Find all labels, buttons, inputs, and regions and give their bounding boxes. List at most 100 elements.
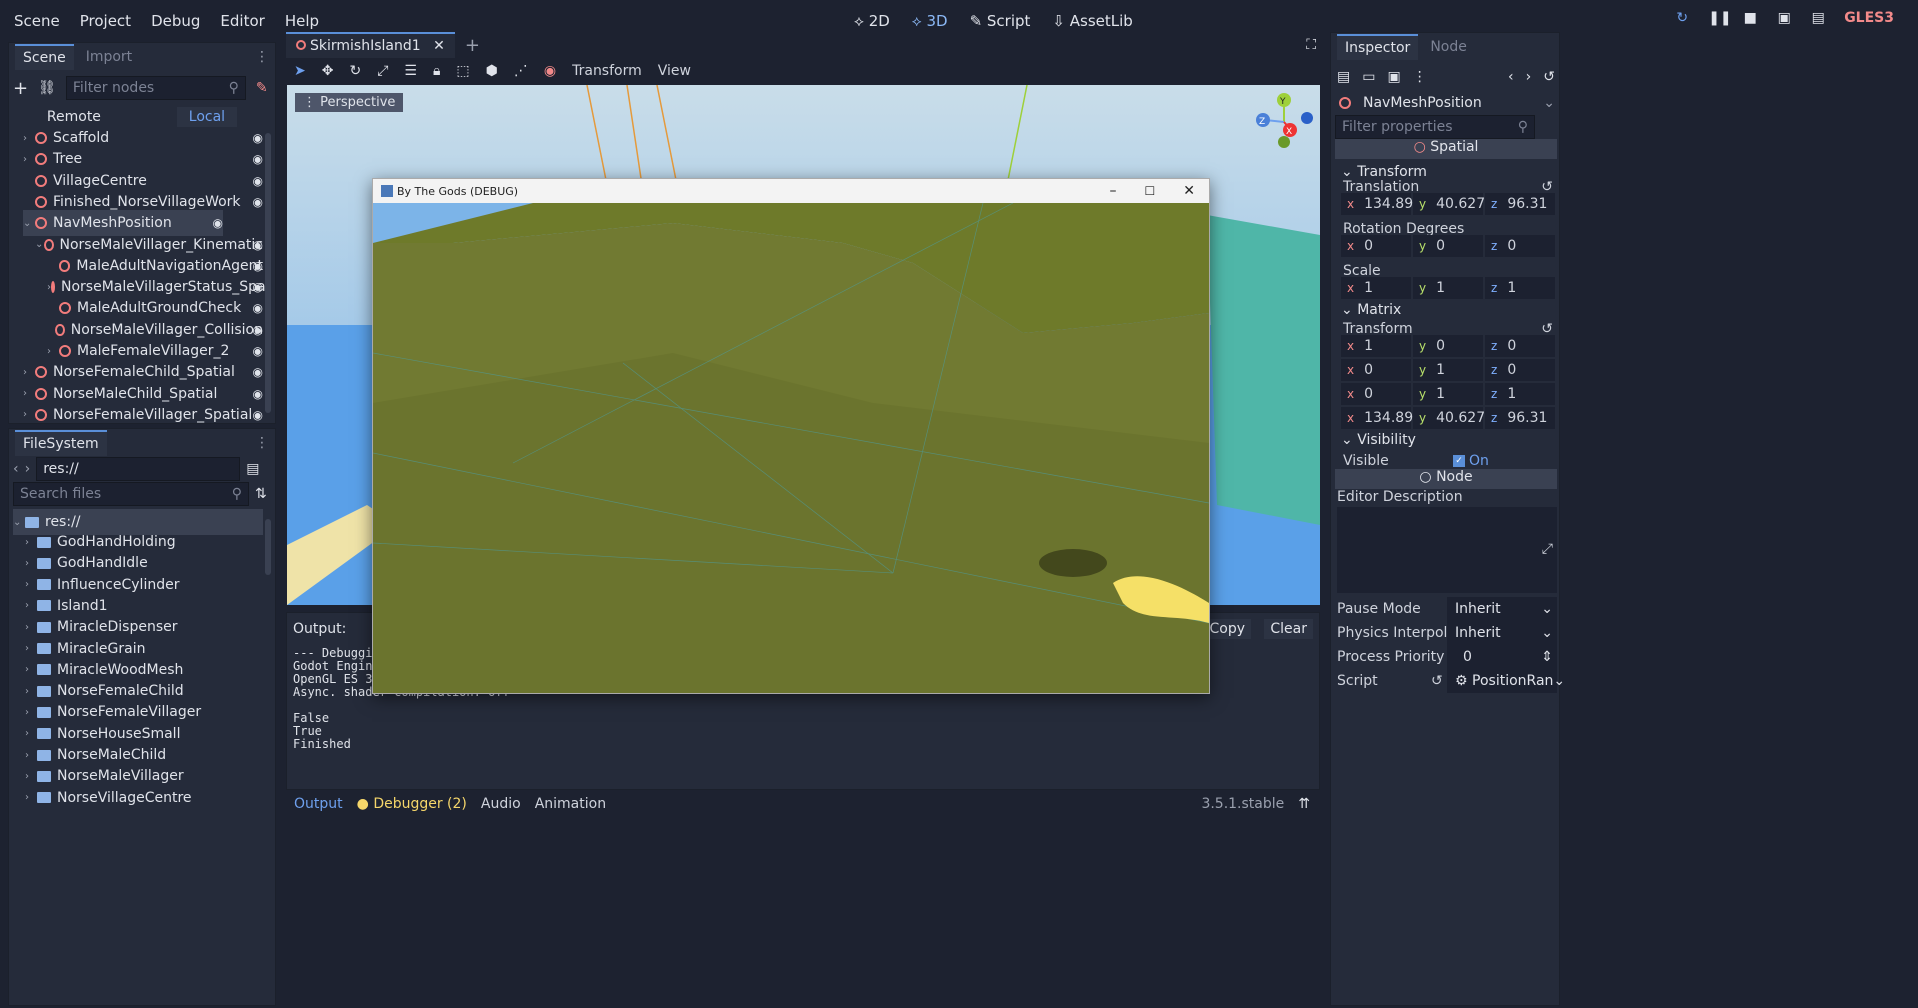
- expand-arrow-icon[interactable]: ⌄: [23, 218, 35, 229]
- group-icon[interactable]: ⬚: [456, 63, 469, 79]
- tab-output[interactable]: Output: [294, 796, 343, 812]
- menu-scene[interactable]: Scene: [4, 8, 70, 34]
- expand-panel-icon[interactable]: ⇈: [1298, 796, 1310, 812]
- mode-assetlib-button[interactable]: ⇩ AssetLib: [1048, 8, 1136, 34]
- filter-nodes-input[interactable]: Filter nodes ⚲: [65, 76, 246, 100]
- scene-scrollbar[interactable]: [265, 133, 271, 413]
- vector-y-field[interactable]: y 40.627: [1413, 193, 1485, 215]
- scale-tool-icon[interactable]: ⤢: [377, 63, 388, 79]
- class-node-header[interactable]: ○ Node: [1335, 469, 1557, 489]
- mode-3d-button[interactable]: ⟡ 3D: [908, 8, 952, 34]
- visibility-eye-icon[interactable]: ◉: [253, 408, 263, 422]
- play-custom-icon[interactable]: ▤: [1810, 10, 1826, 26]
- mode-script-button[interactable]: ✎ Script: [966, 8, 1035, 34]
- stop-icon[interactable]: ■: [1742, 10, 1758, 26]
- visibility-eye-icon[interactable]: ◉: [253, 365, 263, 379]
- vector-z-field[interactable]: z 96.31: [1485, 193, 1555, 215]
- back-icon[interactable]: ‹: [13, 461, 19, 477]
- link-icon[interactable]: ⛓: [38, 80, 56, 96]
- visibility-eye-icon[interactable]: ◉: [253, 323, 263, 337]
- tab-debugger[interactable]: ● Debugger (2): [357, 796, 467, 812]
- vector-y-field[interactable]: y1: [1413, 277, 1483, 299]
- vector-y-field[interactable]: y 40.627: [1413, 407, 1485, 429]
- expand-arrow-icon[interactable]: ›: [25, 664, 37, 675]
- expand-arrow-icon[interactable]: ›: [25, 558, 37, 569]
- vector-x-field[interactable]: x1: [1341, 335, 1411, 357]
- menu-editor[interactable]: Editor: [210, 8, 274, 34]
- matrix-section[interactable]: ⌄ Matrix: [1331, 299, 1553, 321]
- expand-arrow-icon[interactable]: ›: [23, 367, 35, 378]
- close-icon[interactable]: ✕: [433, 38, 445, 54]
- process-priority-spinbox[interactable]: 0 ⇕: [1447, 645, 1557, 669]
- transform-menu[interactable]: Transform: [572, 63, 642, 79]
- expand-icon[interactable]: ⤢: [1542, 541, 1553, 557]
- history-forward-icon[interactable]: ›: [1526, 69, 1532, 85]
- visibility-eye-icon[interactable]: ◉: [253, 195, 263, 209]
- view-menu[interactable]: View: [658, 63, 691, 79]
- more-icon[interactable]: ⋮: [1413, 69, 1427, 85]
- expand-arrow-icon[interactable]: ›: [25, 728, 37, 739]
- add-tab-icon[interactable]: +: [465, 35, 480, 56]
- select-tool-icon[interactable]: ➤: [294, 63, 306, 79]
- visibility-eye-icon[interactable]: ◉: [253, 152, 263, 166]
- vector-z-field[interactable]: z1: [1485, 383, 1555, 405]
- game-window[interactable]: By The Gods (DEBUG) – ☐ ✕: [372, 178, 1210, 694]
- pause-mode-select[interactable]: Inherit ⌄: [1447, 597, 1557, 621]
- close-icon[interactable]: ✕: [1169, 183, 1209, 199]
- dock-menu-icon[interactable]: ⋮: [255, 49, 269, 65]
- scene-tab[interactable]: SkirmishIsland1 ✕: [286, 32, 455, 58]
- visibility-eye-icon[interactable]: ◉: [253, 301, 263, 315]
- physics-interpolation-select[interactable]: Inherit ⌄: [1447, 621, 1557, 645]
- visibility-section[interactable]: ⌄ Visibility: [1331, 429, 1553, 451]
- vector-y-field[interactable]: y1: [1413, 359, 1483, 381]
- play-scene-icon[interactable]: ▣: [1776, 10, 1792, 26]
- axis-gizmo[interactable]: Y Z X: [1247, 90, 1317, 150]
- expand-arrow-icon[interactable]: ›: [25, 622, 37, 633]
- object-history-icon[interactable]: ↺: [1543, 69, 1555, 85]
- filter-properties-input[interactable]: Filter properties ⚲: [1335, 115, 1535, 139]
- forward-icon[interactable]: ›: [25, 461, 31, 477]
- new-resource-icon[interactable]: ▤: [1337, 69, 1350, 85]
- add-node-icon[interactable]: +: [13, 78, 28, 99]
- vector-y-field[interactable]: y1: [1413, 383, 1483, 405]
- rotate-tool-icon[interactable]: ↻: [349, 63, 361, 79]
- editor-description-field[interactable]: ⤢: [1337, 507, 1557, 593]
- expand-arrow-icon[interactable]: ›: [23, 133, 35, 144]
- scene-tree-item[interactable]: › NorseFemaleVillager_Spatial ◉: [23, 402, 263, 423]
- search-files-input[interactable]: Search files ⚲: [13, 482, 249, 506]
- path-input[interactable]: res://: [36, 457, 241, 481]
- minimize-icon[interactable]: –: [1096, 183, 1131, 199]
- expand-arrow-icon[interactable]: ⌄: [35, 239, 44, 250]
- tab-filesystem[interactable]: FileSystem: [15, 430, 107, 456]
- perspective-button[interactable]: ⋮ Perspective: [295, 93, 404, 112]
- vector-z-field[interactable]: z0: [1485, 235, 1555, 257]
- visibility-eye-icon[interactable]: ◉: [253, 344, 263, 358]
- vector-y-field[interactable]: y0: [1413, 235, 1483, 257]
- dock-menu-icon[interactable]: ⋮: [255, 435, 269, 451]
- visibility-eye-icon[interactable]: ◉: [253, 174, 263, 188]
- expand-arrow-icon[interactable]: ›: [23, 409, 35, 420]
- tab-scene[interactable]: Scene: [15, 44, 74, 70]
- fs-folder-item[interactable]: › NorseVillageCentre: [25, 785, 255, 811]
- history-back-icon[interactable]: ‹: [1508, 69, 1514, 85]
- move-tool-icon[interactable]: ✥: [322, 63, 334, 79]
- script-attach-icon[interactable]: ✎: [256, 80, 268, 96]
- clear-button[interactable]: Clear: [1264, 619, 1313, 639]
- vector-x-field[interactable]: x 134.894: [1341, 407, 1422, 429]
- tab-audio[interactable]: Audio: [481, 796, 521, 812]
- tab-inspector[interactable]: Inspector: [1337, 34, 1419, 60]
- vector-x-field[interactable]: x1: [1341, 277, 1411, 299]
- menu-debug[interactable]: Debug: [141, 8, 210, 34]
- expand-arrow-icon[interactable]: ›: [25, 750, 37, 761]
- vector-z-field[interactable]: z 96.31: [1485, 407, 1555, 429]
- vector-y-field[interactable]: y0: [1413, 335, 1483, 357]
- local-space-icon[interactable]: ⬢: [486, 63, 498, 79]
- maximize-icon[interactable]: ☐: [1131, 184, 1170, 198]
- open-folder-icon[interactable]: ▭: [1362, 69, 1375, 85]
- expand-arrow-icon[interactable]: ›: [25, 707, 37, 718]
- tab-import[interactable]: Import: [78, 45, 140, 69]
- class-spatial-header[interactable]: ○ Spatial: [1335, 139, 1557, 159]
- pause-icon[interactable]: ❚❚: [1708, 10, 1731, 26]
- refresh-icon[interactable]: ↻: [1674, 10, 1690, 26]
- vector-x-field[interactable]: x0: [1341, 359, 1411, 381]
